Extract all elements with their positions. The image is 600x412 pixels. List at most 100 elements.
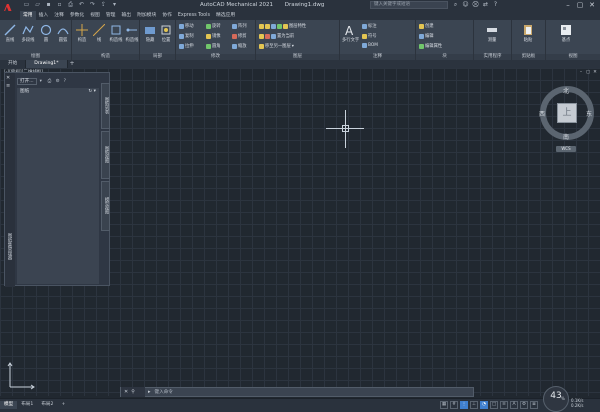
compass-west[interactable]: 西 (539, 109, 545, 118)
fillet-button[interactable]: 圆角 (206, 43, 221, 49)
tab-model-views[interactable]: 模型视图 (101, 181, 110, 231)
save-icon[interactable]: ▪ (44, 1, 53, 9)
measure-button[interactable]: 测量 (484, 24, 500, 43)
tab-collaborate[interactable]: 协作 (159, 11, 175, 20)
restore-icon[interactable]: – (578, 70, 584, 75)
user-icon[interactable]: ☺ (462, 1, 469, 9)
command-input[interactable]: 键入命令 (151, 389, 173, 395)
tab-start[interactable]: 开始 (0, 60, 27, 68)
open-dropdown[interactable]: 打开... (17, 77, 37, 85)
edit-block-button[interactable]: 编辑 (419, 33, 434, 39)
minimize-icon[interactable]: – (562, 0, 574, 10)
edit-attributes-button[interactable]: 编辑属性 (419, 43, 442, 49)
wcs-menu-button[interactable]: WCS (556, 146, 576, 152)
exchange-icon[interactable]: ⇄ (482, 1, 489, 9)
chevron-down-icon[interactable]: ▾ (40, 79, 45, 84)
redo-icon[interactable]: ↷ (88, 1, 97, 9)
cart-icon[interactable]: ⛒ (472, 1, 479, 9)
mtext-button[interactable]: A 多行文字 (342, 24, 359, 43)
tab-express-tools[interactable]: Express Tools (175, 11, 213, 20)
polar-icon[interactable]: ◔ (480, 401, 488, 409)
refresh-icon[interactable]: ↻ ▾ (88, 88, 96, 96)
layer-dropdown[interactable]: 移至另一图层 ▾ (259, 43, 294, 49)
sheets-tree[interactable] (17, 96, 99, 284)
mirror-button[interactable]: 镜像 (206, 33, 221, 39)
construct-button[interactable]: 构造 (74, 24, 90, 43)
grid-icon[interactable]: # (450, 401, 458, 409)
open-icon[interactable]: ▱ (33, 1, 42, 9)
help-icon[interactable]: ? (492, 1, 499, 9)
hide-button[interactable]: 隐藏 (142, 24, 158, 43)
tab-insert[interactable]: 插入 (36, 11, 52, 20)
set-current-button[interactable]: 置为当前 (259, 33, 294, 39)
viewcube[interactable]: 上 北 南 东 西 (539, 86, 594, 141)
share-icon[interactable]: ⇪ (99, 1, 108, 9)
close-icon[interactable]: ✕ (6, 75, 10, 81)
properties-icon[interactable]: ≡ (6, 83, 10, 89)
settings-icon[interactable]: ⚙ (56, 79, 61, 84)
help-icon[interactable]: ? (64, 79, 69, 84)
tab-sheet-views[interactable]: 图纸视图 (101, 131, 110, 179)
performance-widget[interactable]: 43 % (543, 386, 569, 412)
save-as-icon[interactable]: ▫ (55, 1, 64, 9)
stretch-button[interactable]: 拉伸 (179, 43, 194, 49)
lineweight-icon[interactable]: ≡ (500, 401, 508, 409)
arc-button[interactable]: 圆弧 (55, 24, 71, 43)
circle-button[interactable]: 圆 (38, 24, 54, 43)
tab-featured-apps[interactable]: 精选应用 (213, 11, 238, 20)
tab-drawing1[interactable]: Drawing1* (26, 60, 68, 68)
copy-button[interactable]: 复制 (179, 33, 194, 39)
polyline-button[interactable]: 多段线 (20, 24, 36, 43)
customize-status-icon[interactable]: ≣ (530, 401, 538, 409)
new-tab-icon[interactable]: + (68, 60, 77, 68)
move-button[interactable]: 移动 (179, 23, 194, 29)
search-input[interactable]: 键入关键字或短语 (370, 1, 448, 9)
base-view-button[interactable]: 基点 (558, 24, 574, 43)
rotate-button[interactable]: 旋转 (206, 23, 221, 29)
chevron-down-icon[interactable]: ▾ (110, 1, 119, 9)
osnap-icon[interactable]: □ (490, 401, 498, 409)
close-icon[interactable]: ✕ (124, 389, 128, 395)
compass-north[interactable]: 北 (563, 86, 569, 95)
create-block-button[interactable]: 创建 (419, 23, 434, 29)
close-icon[interactable]: ✕ (586, 0, 598, 10)
search-icon[interactable]: ⌕ (452, 1, 459, 9)
tab-model[interactable]: 模型 (0, 401, 18, 409)
viewcube-top-face[interactable]: 上 (557, 103, 577, 123)
symbol-button[interactable]: 符号 (362, 33, 377, 39)
tab-layout1[interactable]: 布局1 (17, 401, 37, 409)
snap-icon[interactable]: ⋮ (460, 401, 468, 409)
plot-icon[interactable]: ⎙ (66, 1, 75, 9)
add-layout-icon[interactable]: + (57, 401, 69, 409)
tab-manage[interactable]: 管理 (103, 11, 119, 20)
new-icon[interactable]: ▭ (22, 1, 31, 9)
scale-button[interactable]: 缩放 (232, 43, 247, 49)
annotation-scale-icon[interactable]: A (510, 401, 518, 409)
ray-button[interactable]: 构造线 (124, 24, 140, 43)
tab-output[interactable]: 输出 (118, 11, 134, 20)
array-button[interactable]: 阵列 (232, 23, 247, 29)
xline-button[interactable]: 构造线 (108, 24, 124, 43)
bom-button[interactable]: BOM (362, 43, 378, 48)
tab-layout2[interactable]: 布局2 (37, 401, 57, 409)
line-button[interactable]: 直线 (2, 24, 18, 43)
model-space-icon[interactable]: ▦ (440, 401, 448, 409)
workspace-icon[interactable]: ⚙ (520, 401, 528, 409)
undo-icon[interactable]: ↶ (77, 1, 86, 9)
paste-button[interactable]: 粘贴 (520, 24, 536, 43)
layer-properties-button[interactable]: 图层特性 (259, 23, 306, 29)
customize-icon[interactable]: ⚲ (131, 389, 135, 395)
compass-east[interactable]: 东 (586, 109, 592, 118)
tab-addins[interactable]: 附加模块 (134, 11, 159, 20)
tab-sheet-list[interactable]: 图纸列表 (101, 83, 110, 129)
dimension-button[interactable]: 标注 (362, 23, 377, 29)
panel-title-strip[interactable]: ✕ ≡ 图纸集管理器 (5, 73, 15, 287)
construct-line-button[interactable]: 线 (91, 24, 107, 43)
sheets-header[interactable]: 图纸 ↻ ▾ (17, 88, 99, 96)
tab-annotate[interactable]: 注释 (51, 11, 67, 20)
maximize-icon[interactable]: ▢ (574, 0, 586, 10)
tab-parametric[interactable]: 参数化 (67, 11, 87, 20)
maximize-viewport-icon[interactable]: ▢ (585, 70, 591, 75)
ortho-icon[interactable]: ⊥ (470, 401, 478, 409)
trim-button[interactable]: 修剪 (232, 33, 247, 39)
